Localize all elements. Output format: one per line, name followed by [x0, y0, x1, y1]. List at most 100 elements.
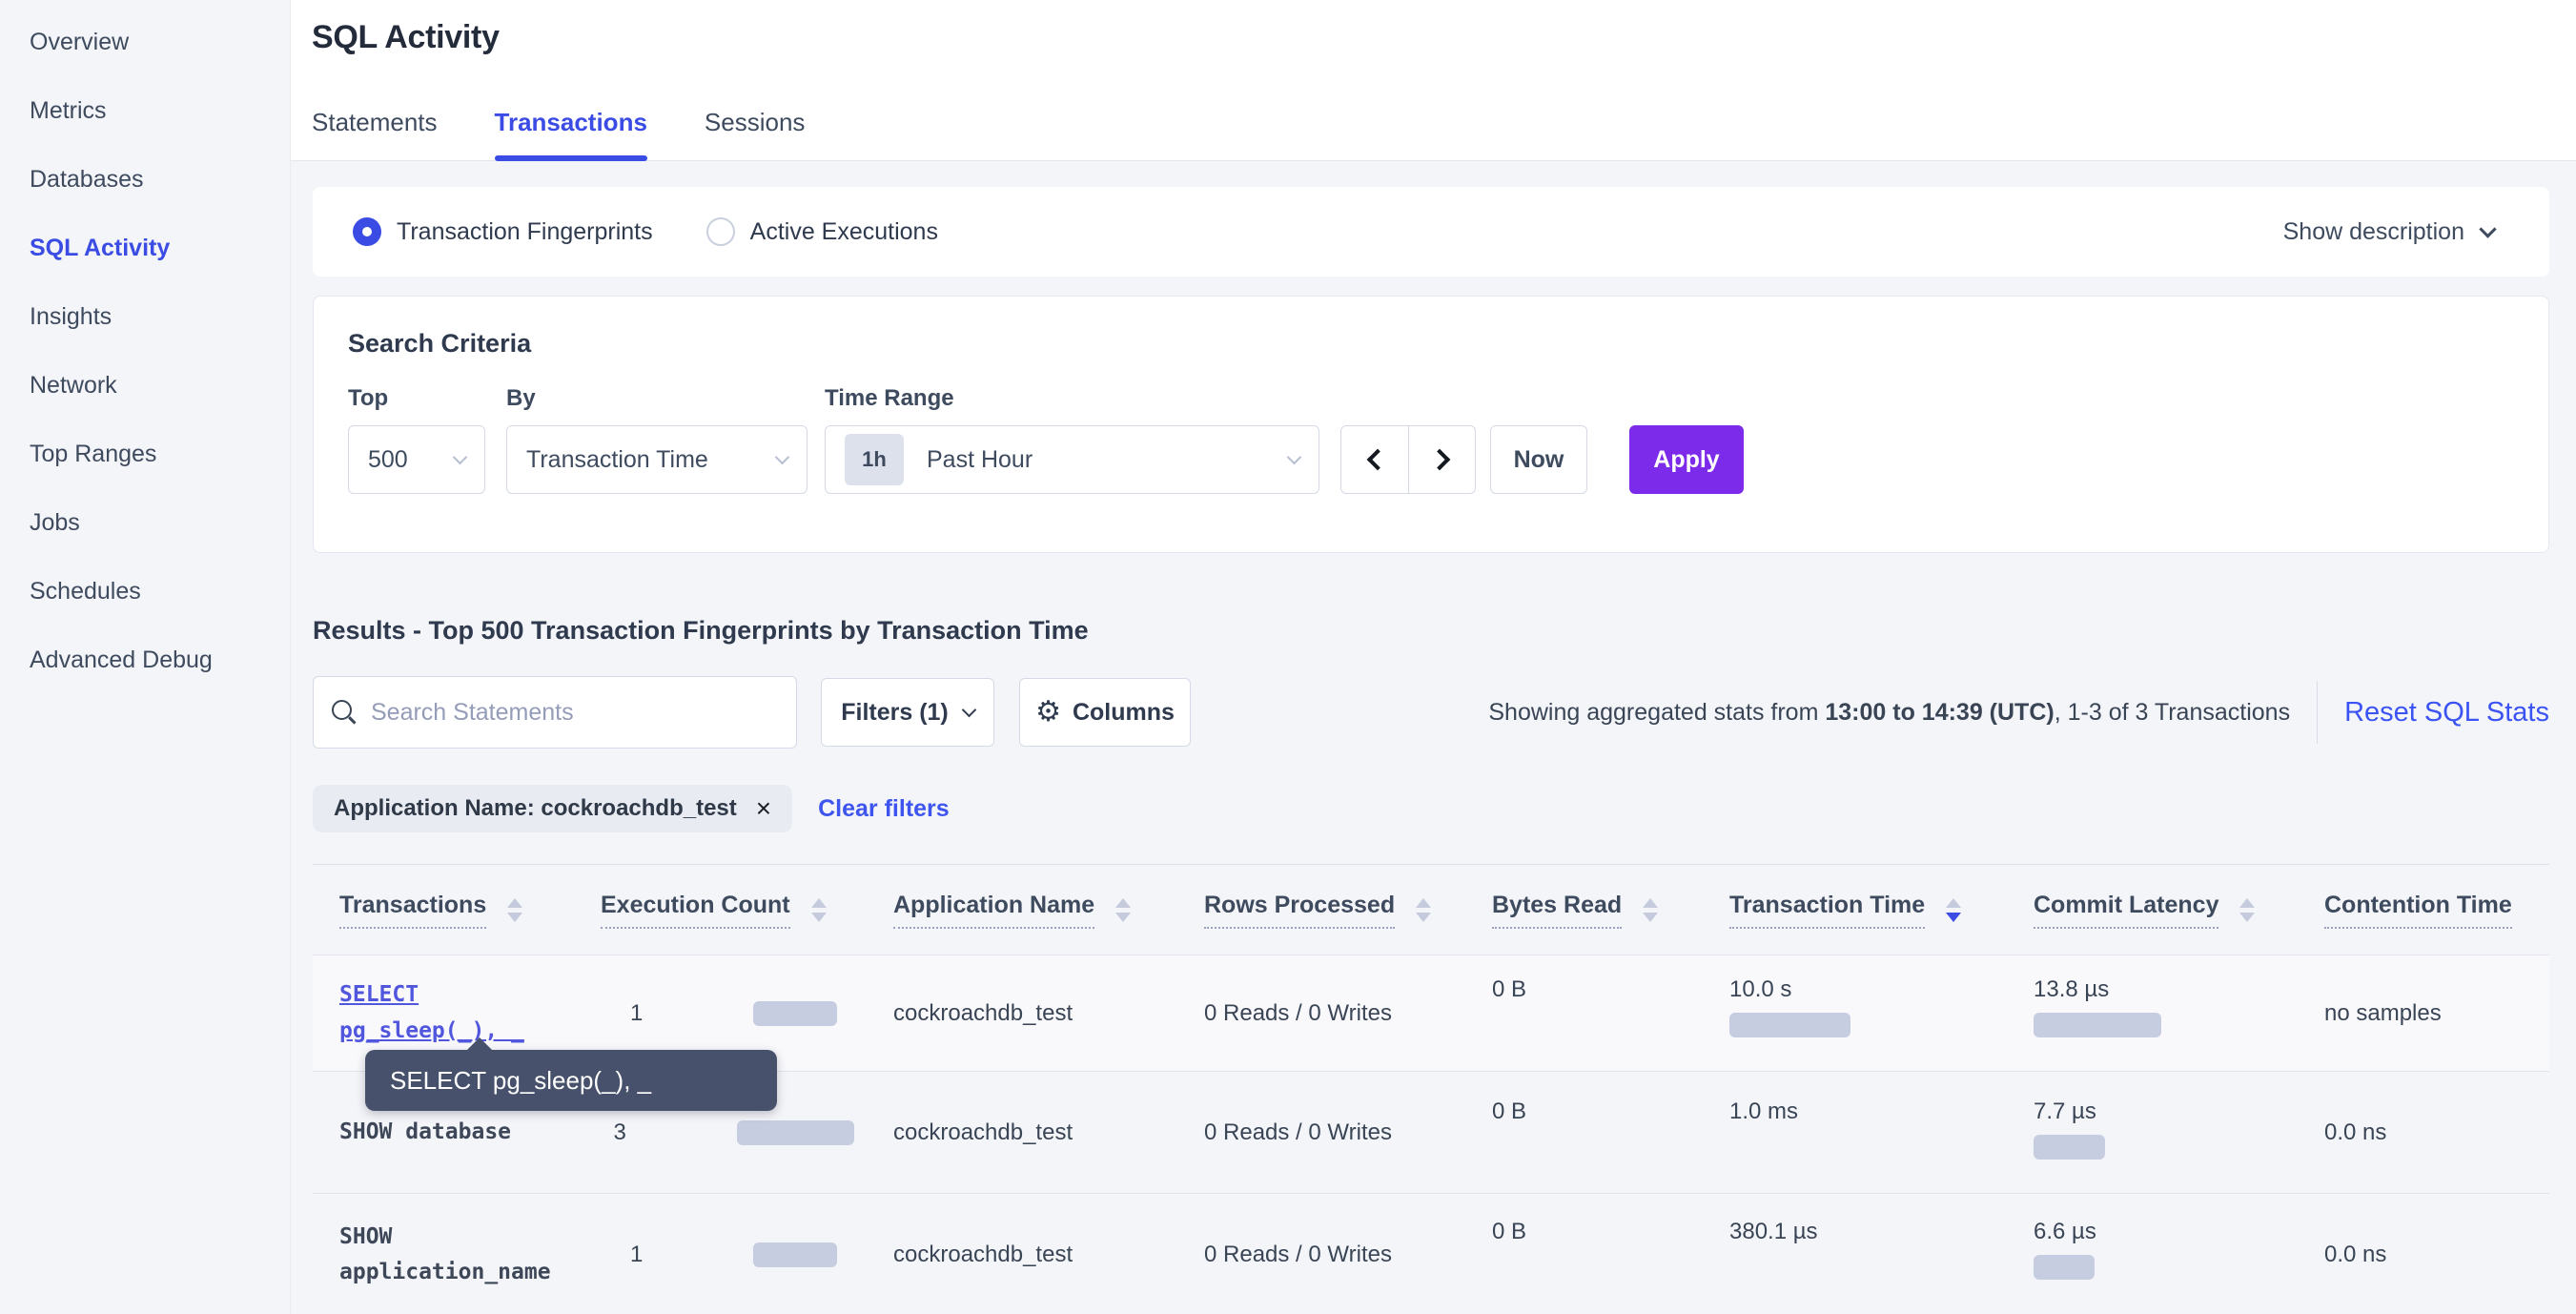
transaction-fingerprint-text[interactable]: SHOW application_name — [339, 1220, 574, 1290]
columns-button[interactable]: ⚙ Columns — [1019, 678, 1191, 747]
radio-transaction-fingerprints[interactable]: Transaction Fingerprints — [353, 217, 653, 246]
chevron-down-icon — [961, 702, 976, 717]
commit-latency-bar — [2034, 1135, 2105, 1160]
sort-desc-icon — [811, 913, 827, 922]
sort-asc-icon — [1115, 898, 1131, 908]
time-range-badge: 1h — [845, 434, 904, 485]
time-range-label: Time Range — [825, 385, 1319, 412]
chevron-down-icon — [1287, 450, 1302, 465]
chevron-down-icon — [775, 450, 790, 465]
show-description-toggle[interactable]: Show description — [2283, 218, 2494, 246]
now-button[interactable]: Now — [1490, 425, 1587, 494]
by-label: By — [506, 385, 825, 412]
chevron-down-icon — [453, 450, 468, 465]
commit-latency-value: 6.6 µs — [2034, 1219, 2298, 1245]
gear-icon: ⚙ — [1035, 698, 1061, 727]
tab-transactions[interactable]: Transactions — [495, 108, 647, 160]
search-statements-input[interactable] — [371, 699, 779, 727]
tab-statements[interactable]: Statements — [312, 108, 438, 160]
column-header-transactions: Transactions — [313, 865, 574, 955]
radio-label: Active Executions — [750, 218, 938, 246]
sidebar-item-databases[interactable]: Databases — [0, 145, 290, 214]
radio-unselected-icon[interactable] — [706, 217, 735, 246]
time-range-pager — [1340, 425, 1476, 494]
execution-count-value: 1 — [630, 1000, 753, 1027]
table-header-row: Transactions Execution Count Application… — [313, 865, 2549, 955]
results-controls: Filters (1) ⚙ Columns Showing aggregated… — [313, 676, 2549, 749]
clear-filters-link[interactable]: Clear filters — [818, 795, 950, 823]
sidebar-item-network[interactable]: Network — [0, 351, 290, 420]
view-toggle-bar: Transaction Fingerprints Active Executio… — [313, 187, 2549, 277]
column-header-execution-count: Execution Count — [574, 865, 867, 955]
sort-toggle[interactable] — [1115, 898, 1131, 922]
search-criteria-title: Search Criteria — [348, 329, 2514, 359]
contention-time-value: 0.0 ns — [2298, 1072, 2543, 1193]
by-select[interactable]: Transaction Time — [506, 425, 808, 494]
sort-desc-icon — [507, 913, 522, 922]
sidebar: Overview Metrics Databases SQL Activity … — [0, 0, 291, 1314]
search-criteria-panel: Search Criteria Top 500 By Transaction T… — [313, 296, 2549, 553]
sidebar-item-advanced-debug[interactable]: Advanced Debug — [0, 626, 290, 694]
sort-toggle[interactable] — [1643, 898, 1658, 922]
previous-range-button[interactable] — [1341, 426, 1408, 493]
time-range-select[interactable]: 1h Past Hour — [825, 425, 1319, 494]
by-field: By Transaction Time — [506, 385, 825, 494]
sort-toggle[interactable] — [1946, 898, 1961, 922]
show-description-label: Show description — [2283, 218, 2464, 246]
transaction-fingerprint-link[interactable]: SELECT pg_sleep(_), _ — [339, 977, 574, 1050]
tab-bar: Statements Transactions Sessions — [312, 108, 805, 160]
top-select[interactable]: 500 — [348, 425, 485, 494]
commit-latency-bar — [2034, 1013, 2161, 1037]
page-title: SQL Activity — [312, 19, 500, 56]
sort-toggle[interactable] — [1416, 898, 1431, 922]
sort-desc-icon — [1416, 913, 1431, 922]
execution-count-bar — [737, 1120, 854, 1145]
time-range-field: Time Range 1h Past Hour — [825, 385, 1319, 494]
sort-asc-icon — [1416, 898, 1431, 908]
radio-selected-icon[interactable] — [353, 217, 381, 246]
sort-toggle[interactable] — [507, 898, 522, 922]
execution-count-bar — [753, 1242, 837, 1267]
sidebar-item-top-ranges[interactable]: Top Ranges — [0, 420, 290, 488]
sort-desc-icon — [2239, 913, 2255, 922]
application-name-value: cockroachdb_test — [867, 1072, 1177, 1193]
filter-chip-application-name[interactable]: Application Name: cockroachdb_test × — [313, 785, 792, 832]
stats-time-range: 13:00 to 14:39 (UTC) — [1825, 699, 2054, 726]
top-select-value: 500 — [368, 446, 408, 474]
sort-toggle[interactable] — [811, 898, 827, 922]
sidebar-item-insights[interactable]: Insights — [0, 282, 290, 351]
tab-sessions[interactable]: Sessions — [705, 108, 806, 160]
sidebar-item-sql-activity[interactable]: SQL Activity — [0, 214, 290, 282]
column-header-rows-processed: Rows Processed — [1177, 865, 1465, 955]
commit-latency-value: 7.7 µs — [2034, 1098, 2298, 1125]
sidebar-item-jobs[interactable]: Jobs — [0, 488, 290, 557]
rows-processed-value: 0 Reads / 0 Writes — [1177, 1072, 1465, 1193]
sidebar-item-metrics[interactable]: Metrics — [0, 76, 290, 145]
radio-label: Transaction Fingerprints — [397, 218, 653, 246]
contention-time-value: no samples — [2298, 955, 2543, 1071]
vertical-divider — [2317, 681, 2318, 744]
sidebar-item-overview[interactable]: Overview — [0, 8, 290, 76]
transaction-fingerprint-text[interactable]: SHOW database — [339, 1115, 574, 1150]
reset-sql-stats-link[interactable]: Reset SQL Stats — [2344, 697, 2549, 729]
column-header-transaction-time: Transaction Time — [1703, 865, 2007, 955]
sort-asc-icon — [811, 898, 827, 908]
stats-area: Showing aggregated stats from 13:00 to 1… — [1488, 681, 2549, 744]
sidebar-item-schedules[interactable]: Schedules — [0, 557, 290, 626]
execution-count-value: 3 — [614, 1119, 737, 1146]
filters-button[interactable]: Filters (1) — [821, 678, 994, 747]
execution-count-value: 1 — [630, 1242, 753, 1268]
next-range-button[interactable] — [1408, 426, 1475, 493]
chevron-left-icon — [1367, 449, 1389, 471]
filter-chip-label: Application Name: cockroachdb_test — [334, 795, 737, 822]
table-row: SHOW application_name 1 cockroachdb_test… — [313, 1194, 2549, 1314]
close-icon[interactable]: × — [756, 795, 771, 822]
sort-toggle[interactable] — [2239, 898, 2255, 922]
filters-label: Filters (1) — [841, 699, 949, 727]
rows-processed-value: 0 Reads / 0 Writes — [1177, 955, 1465, 1071]
sort-desc-icon-active — [1946, 913, 1961, 922]
sort-desc-icon — [1115, 913, 1131, 922]
apply-button[interactable]: Apply — [1629, 425, 1744, 494]
radio-active-executions[interactable]: Active Executions — [706, 217, 938, 246]
search-statements-box — [313, 676, 797, 749]
